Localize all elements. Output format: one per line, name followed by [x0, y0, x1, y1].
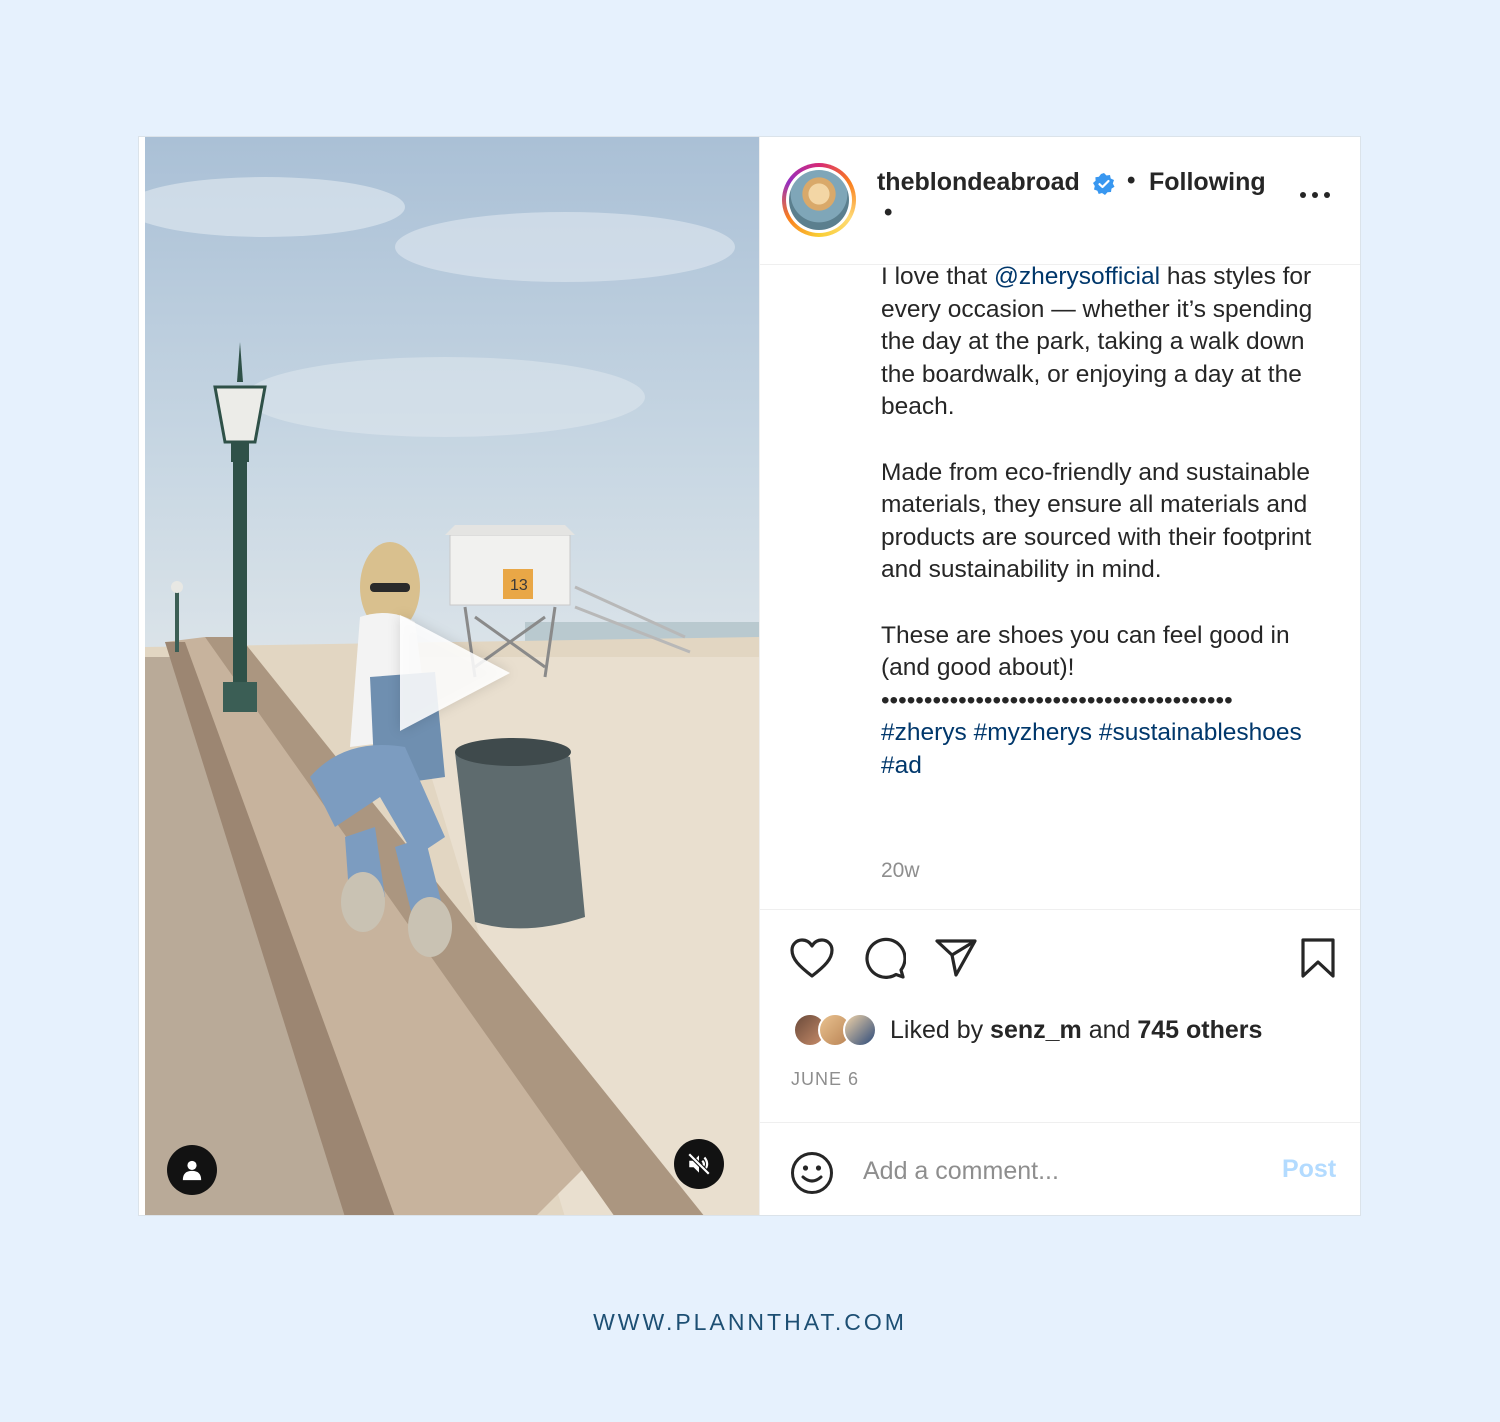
likes-summary[interactable]: Liked by senz_m and 745 others: [792, 1013, 1263, 1047]
post-time-ago[interactable]: 20w: [881, 859, 920, 883]
caption-paragraph: I love that @zherysofficial has styles f…: [880, 263, 1313, 421]
svg-text:13: 13: [510, 577, 528, 594]
hashtags-link[interactable]: #zherys #myzherys #sustainableshoes #ad: [881, 717, 1331, 782]
likes-text: Liked by senz_m and 745 others: [889, 1015, 1263, 1044]
verified-badge-icon: [1092, 172, 1116, 201]
caption-divider: ••••••••••••••••••••••••••••••••••••••••…: [880, 686, 1233, 714]
speaker-muted-icon[interactable]: [674, 1139, 724, 1189]
caption-paragraph: Made from eco-friendly and sustainable m…: [880, 458, 1312, 584]
post-caption: I love that @zherysofficial has styles f…: [881, 261, 1331, 783]
post-date[interactable]: JUNE 6: [791, 1069, 859, 1090]
likes-count[interactable]: 745 others: [1137, 1016, 1262, 1044]
caption-paragraph: These are shoes you can feel good in (an…: [880, 621, 1290, 682]
post-header: theblondeabroad • Following •: [759, 137, 1360, 265]
play-icon[interactable]: [400, 615, 510, 731]
smiley-icon[interactable]: [790, 1151, 834, 1200]
footer-url: WWW.PLANNTHAT.COM: [593, 1309, 907, 1335]
post-video[interactable]: 13: [145, 137, 759, 1215]
comment-icon[interactable]: [862, 936, 907, 985]
comment-input[interactable]: [862, 1154, 1253, 1188]
paper-plane-icon[interactable]: [934, 937, 978, 984]
user-tag-icon[interactable]: [167, 1145, 217, 1195]
instagram-post-card: 13 theblondeabroad • Following • I love …: [138, 136, 1361, 1216]
avatar[interactable]: [781, 163, 856, 237]
post-details-panel: theblondeabroad • Following • I love tha…: [758, 137, 1360, 1215]
following-button[interactable]: Following: [1149, 168, 1266, 197]
action-bar: [759, 909, 1360, 910]
username[interactable]: theblondeabroad: [877, 168, 1080, 197]
comment-bar: Post: [759, 1122, 1360, 1215]
mention-link[interactable]: @zherysofficial: [994, 263, 1160, 290]
separator-dot: •: [1126, 167, 1136, 194]
liker-username[interactable]: senz_m: [990, 1016, 1082, 1044]
more-options-icon[interactable]: [1298, 187, 1332, 205]
bookmark-icon[interactable]: [1300, 937, 1336, 984]
separator-dot: •: [883, 199, 893, 226]
post-comment-button[interactable]: Post: [1282, 1155, 1336, 1184]
liker-avatar: [842, 1013, 877, 1047]
heart-icon[interactable]: [789, 937, 835, 984]
